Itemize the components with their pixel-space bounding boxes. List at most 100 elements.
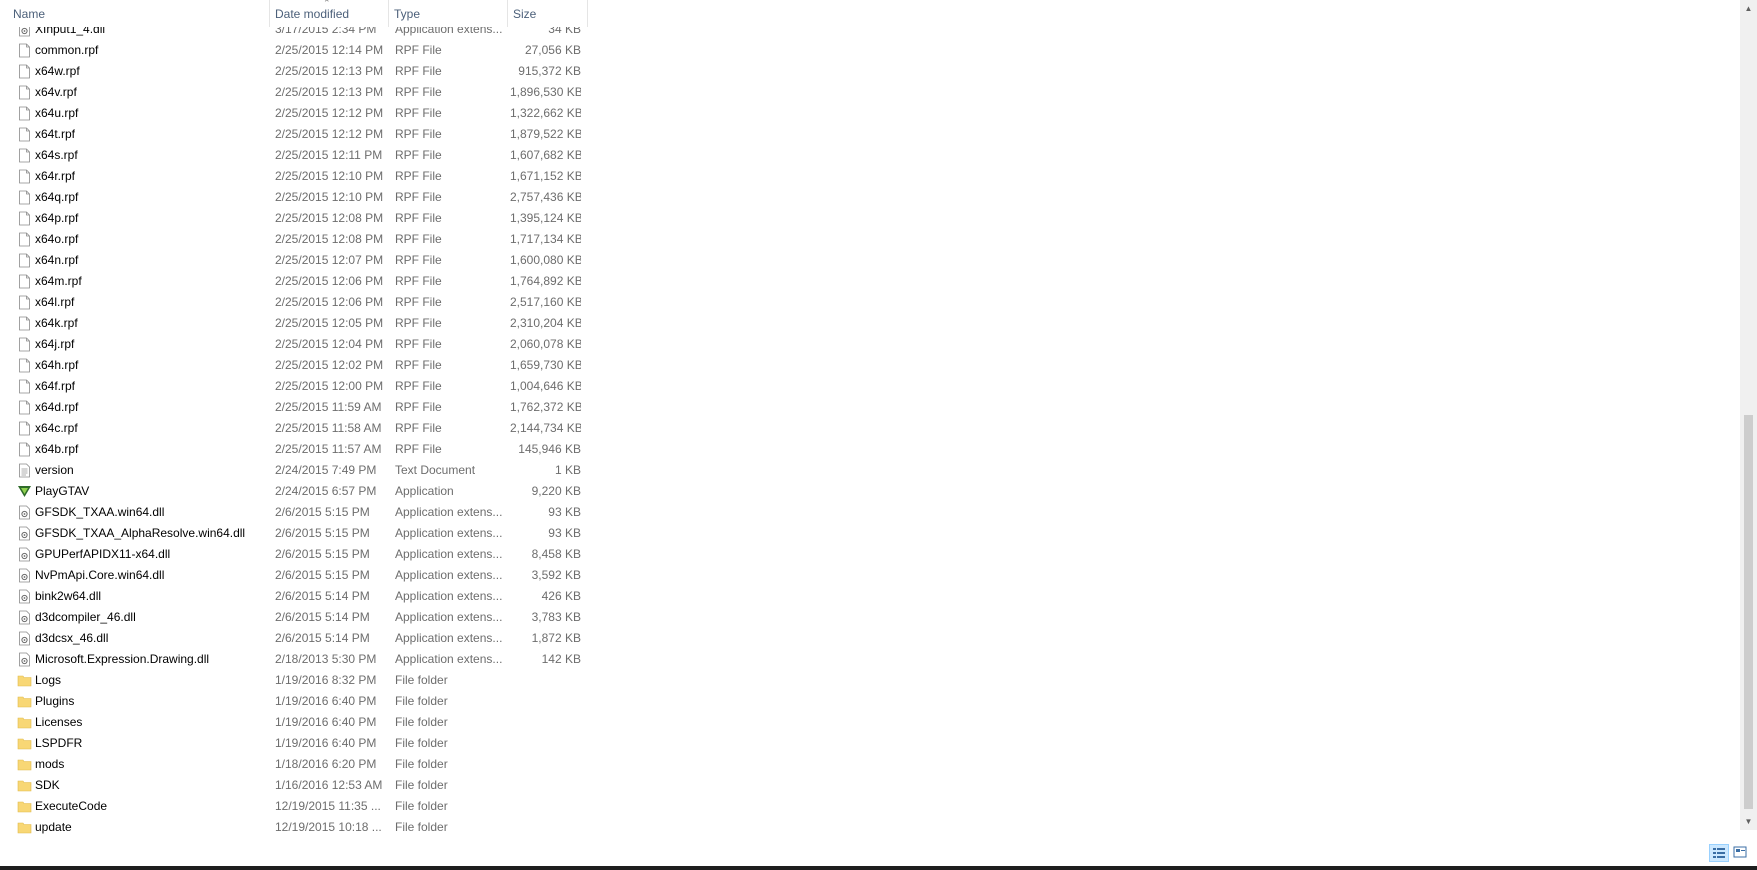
file-row[interactable]: x64f.rpf 2/25/2015 12:00 PM RPF File 1,004,… <box>0 376 590 397</box>
file-row[interactable]: d3dcompiler_46.dll 2/6/2015 5:14 PM Applic… <box>0 607 590 628</box>
file-type: Application extens... <box>395 652 503 666</box>
file-row[interactable]: LSPDFR 1/19/2016 6:40 PM File folder <box>0 733 590 754</box>
folder-icon <box>17 712 33 733</box>
column-header: Name Date modified ⌃ Type Size <box>0 0 590 27</box>
file-name: x64n.rpf <box>35 253 79 267</box>
file-row[interactable]: x64r.rpf 2/25/2015 12:10 PM RPF File 1,671,… <box>0 166 590 187</box>
file-type: Application extens... <box>395 610 503 624</box>
file-icon <box>17 418 33 439</box>
file-row[interactable]: bink2w64.dll 2/6/2015 5:14 PM Application … <box>0 586 590 607</box>
file-date-modified: 1/19/2016 6:40 PM <box>275 736 377 750</box>
file-date-modified: 1/19/2016 6:40 PM <box>275 694 377 708</box>
file-name: x64d.rpf <box>35 400 79 414</box>
file-row[interactable]: x64m.rpf 2/25/2015 12:06 PM RPF File 1,764,… <box>0 271 590 292</box>
file-row[interactable]: x64d.rpf 2/25/2015 11:59 AM RPF File 1,762,… <box>0 397 590 418</box>
file-row[interactable]: update 12/19/2015 10:18 ... File folder <box>0 817 590 838</box>
file-row[interactable]: Licenses 1/19/2016 6:40 PM File folder <box>0 712 590 733</box>
column-header-size[interactable]: Size <box>507 0 587 27</box>
file-size: 1,879,522 KB <box>510 127 581 141</box>
file-row[interactable]: x64j.rpf 2/25/2015 12:04 PM RPF File 2,060,… <box>0 334 590 355</box>
file-row[interactable]: x64p.rpf 2/25/2015 12:08 PM RPF File 1,395,… <box>0 208 590 229</box>
file-row[interactable]: common.rpf 2/25/2015 12:14 PM RPF File 27,0… <box>0 40 590 61</box>
file-date-modified: 2/25/2015 12:14 PM <box>275 43 384 57</box>
column-divider[interactable] <box>587 0 588 27</box>
file-name: GFSDK_TXAA.win64.dll <box>35 505 165 519</box>
file-size: 2,757,436 KB <box>510 190 581 204</box>
file-name: x64p.rpf <box>35 211 79 225</box>
column-header-type[interactable]: Type <box>388 0 507 27</box>
file-row[interactable]: d3dcsx_46.dll 2/6/2015 5:14 PM Application… <box>0 628 590 649</box>
file-icon <box>17 397 33 418</box>
file-row[interactable]: x64w.rpf 2/25/2015 12:13 PM RPF File 915,37… <box>0 61 590 82</box>
file-name: common.rpf <box>35 43 99 57</box>
scroll-down-arrow-icon[interactable]: ▼ <box>1740 813 1757 830</box>
file-row[interactable]: x64l.rpf 2/25/2015 12:06 PM RPF File 2,517,… <box>0 292 590 313</box>
file-row[interactable]: x64v.rpf 2/25/2015 12:13 PM RPF File 1,896,… <box>0 82 590 103</box>
file-type: RPF File <box>395 379 442 393</box>
file-name: x64v.rpf <box>35 85 77 99</box>
file-size: 142 KB <box>541 652 581 666</box>
file-icon <box>17 250 33 271</box>
file-name: x64t.rpf <box>35 127 76 141</box>
file-size: 915,372 KB <box>518 64 581 78</box>
file-name: x64c.rpf <box>35 421 78 435</box>
dll-icon <box>17 628 33 649</box>
file-date-modified: 2/25/2015 12:11 PM <box>275 148 383 162</box>
file-type: RPF File <box>395 358 442 372</box>
file-date-modified: 2/18/2013 5:30 PM <box>275 652 377 666</box>
file-date-modified: 2/25/2015 12:10 PM <box>275 169 384 183</box>
file-date-modified: 12/19/2015 11:35 ... <box>275 799 381 813</box>
file-size <box>510 775 581 796</box>
file-row[interactable]: x64q.rpf 2/25/2015 12:10 PM RPF File 2,757,… <box>0 187 590 208</box>
vertical-scrollbar[interactable]: ▲ ▼ <box>1740 0 1757 830</box>
file-row[interactable]: x64h.rpf 2/25/2015 12:02 PM RPF File 1,659,… <box>0 355 590 376</box>
file-row[interactable]: mods 1/18/2016 6:20 PM File folder <box>0 754 590 775</box>
file-date-modified: 2/25/2015 12:06 PM <box>275 295 384 309</box>
file-row[interactable]: GFSDK_TXAA_AlphaResolve.win64.dll 2/6/201… <box>0 523 590 544</box>
file-row[interactable]: GPUPerfAPIDX11-x64.dll 2/6/2015 5:15 PM Ap… <box>0 544 590 565</box>
file-icon <box>17 355 33 376</box>
file-name: SDK <box>35 778 60 792</box>
file-row[interactable]: x64s.rpf 2/25/2015 12:11 PM RPF File 1,607,… <box>0 145 590 166</box>
file-row[interactable]: version 2/24/2015 7:49 PM Text Document 1 K… <box>0 460 590 481</box>
details-view-button[interactable] <box>1709 844 1729 862</box>
file-date-modified: 2/6/2015 5:15 PM <box>275 568 370 582</box>
file-type: RPF File <box>395 337 442 351</box>
file-size: 1,395,124 KB <box>510 211 581 225</box>
file-row[interactable]: GFSDK_TXAA.win64.dll 2/6/2015 5:15 PM Appl… <box>0 502 590 523</box>
file-row[interactable]: PlayGTAV 2/24/2015 6:57 PM Application 9,22… <box>0 481 590 502</box>
file-date-modified: 2/25/2015 12:12 PM <box>275 127 384 141</box>
file-type: RPF File <box>395 127 442 141</box>
file-size <box>510 691 581 712</box>
scroll-up-arrow-icon[interactable]: ▲ <box>1740 0 1757 17</box>
file-row[interactable]: x64n.rpf 2/25/2015 12:07 PM RPF File 1,600,… <box>0 250 590 271</box>
file-size <box>510 796 581 817</box>
file-row[interactable]: Logs 1/19/2016 8:32 PM File folder <box>0 670 590 691</box>
file-row[interactable]: x64c.rpf 2/25/2015 11:58 AM RPF File 2,144,… <box>0 418 590 439</box>
file-row[interactable]: x64o.rpf 2/25/2015 12:08 PM RPF File 1,717,… <box>0 229 590 250</box>
folder-icon <box>17 733 33 754</box>
file-row[interactable]: Microsoft.Expression.Drawing.dll 2/18/201… <box>0 649 590 670</box>
column-header-name[interactable]: Name <box>7 0 269 27</box>
file-type: Application extens... <box>395 631 503 645</box>
file-date-modified: 2/6/2015 5:14 PM <box>275 631 370 645</box>
file-icon <box>17 229 33 250</box>
file-row[interactable]: x64t.rpf 2/25/2015 12:12 PM RPF File 1,879,… <box>0 124 590 145</box>
file-row[interactable]: x64u.rpf 2/25/2015 12:12 PM RPF File 1,322,… <box>0 103 590 124</box>
file-size <box>510 712 581 733</box>
file-row[interactable]: Plugins 1/19/2016 6:40 PM File folder <box>0 691 590 712</box>
file-row[interactable]: ExecuteCode 12/19/2015 11:35 ... File fold… <box>0 796 590 817</box>
file-name: x64s.rpf <box>35 148 78 162</box>
file-row[interactable]: NvPmApi.Core.win64.dll 2/6/2015 5:15 PM Ap… <box>0 565 590 586</box>
large-icons-view-button[interactable] <box>1731 844 1751 862</box>
file-row[interactable]: x64k.rpf 2/25/2015 12:05 PM RPF File 2,310,… <box>0 313 590 334</box>
file-row[interactable]: x64b.rpf 2/25/2015 11:57 AM RPF File 145,94… <box>0 439 590 460</box>
scrollbar-thumb[interactable] <box>1744 415 1753 809</box>
file-icon <box>17 166 33 187</box>
file-row[interactable]: SDK 1/16/2016 12:53 AM File folder <box>0 775 590 796</box>
file-type: File folder <box>395 694 448 708</box>
file-size: 2,517,160 KB <box>510 295 581 309</box>
file-size: 1,607,682 KB <box>510 148 581 162</box>
file-date-modified: 2/25/2015 12:06 PM <box>275 274 384 288</box>
file-name: x64r.rpf <box>35 169 76 183</box>
